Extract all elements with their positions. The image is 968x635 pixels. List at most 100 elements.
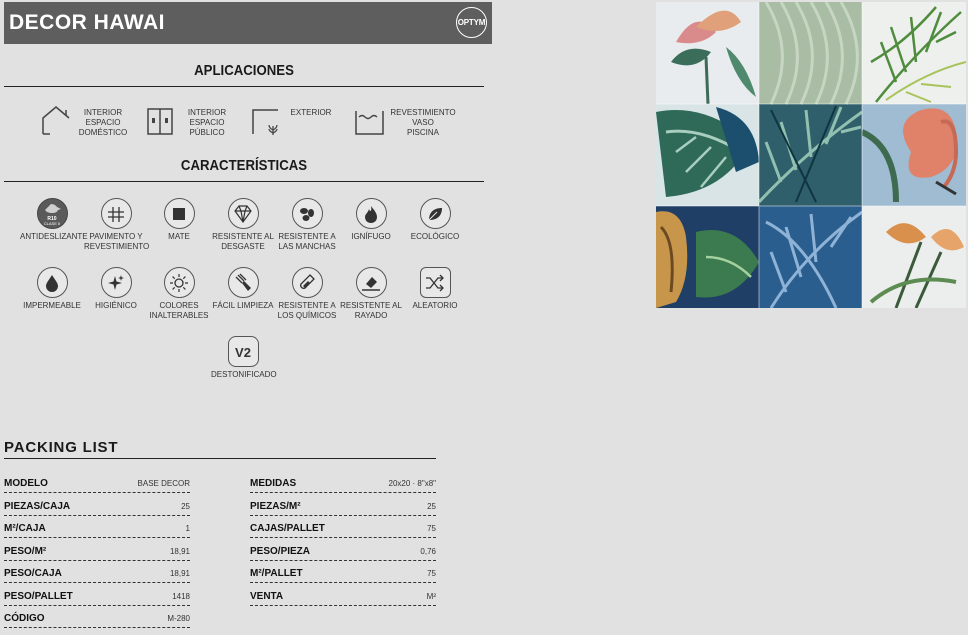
feature-rayado: RESISTENTE AL RAYADO	[339, 267, 403, 321]
feature-limpieza: FÁCIL LIMPIEZA	[211, 267, 275, 311]
feature-label: ANTIDESLIZANTE	[20, 232, 88, 241]
application-label: INTERIOR ESPACIO DOMÉSTICO	[78, 108, 128, 137]
packing-value: BASE DECOR	[137, 479, 190, 488]
packing-key: CAJAS/PALLET	[250, 523, 325, 534]
packing-row: PESO/PALLET 1418	[4, 583, 190, 606]
packing-key: VENTA	[250, 590, 284, 602]
sparkle-icon	[100, 267, 132, 298]
product-header: DECOR HAWAI OPTYM	[4, 2, 492, 44]
feature-destonificado: V2 DESTONIFICADO	[211, 336, 277, 380]
cleaning-icon	[227, 267, 259, 298]
packing-value: 1418	[172, 591, 190, 601]
packing-key: MEDIDAS	[250, 478, 297, 489]
feature-mate: MATE	[147, 198, 211, 242]
feature-manchas: RESISTENTE A LAS MANCHAS	[275, 198, 339, 252]
divider	[4, 458, 436, 459]
packing-key: M²/CAJA	[4, 523, 46, 534]
floor-wall-icon	[100, 198, 132, 229]
sun-icon	[163, 267, 195, 298]
antislip-badge-clase: CLASE II	[44, 221, 60, 226]
packing-key: PESO/PALLET	[4, 590, 73, 602]
feature-impermeable: IMPERMEABLE	[20, 267, 84, 311]
diamond-icon	[227, 198, 259, 229]
packing-value: 25	[181, 501, 190, 511]
packing-row: PIEZAS/M² 25	[250, 493, 436, 516]
v2-icon: V2	[227, 336, 259, 367]
feature-aleatorio: ALEATORIO	[403, 267, 467, 311]
packing-key: M²/PALLET	[250, 568, 303, 579]
divider	[4, 86, 484, 87]
packing-row: PESO/M² 18,91	[4, 538, 190, 561]
packing-row: M²/PALLET 75	[250, 560, 436, 583]
packing-row: CÓDIGO M-280	[4, 605, 190, 628]
packing-value: 0,76	[420, 546, 436, 556]
divider	[4, 181, 484, 182]
scratch-icon	[355, 267, 387, 298]
feature-pavimento: PAVIMENTO Y REVESTIMIENTO	[84, 198, 150, 252]
feature-label: IMPERMEABLE	[23, 301, 81, 310]
packing-key: PESO/CAJA	[4, 568, 62, 579]
feature-ignifugo: IGNÍFUGO	[339, 198, 403, 242]
feature-higienico: HIGIÉNICO	[84, 267, 148, 311]
packing-row: M²/CAJA 1	[4, 515, 190, 538]
feature-quimicos: RESISTENTE A LOS QUÍMICOS	[275, 267, 339, 321]
packing-row: CAJAS/PALLET 75	[250, 515, 436, 538]
brand-logo: OPTYM	[456, 7, 487, 38]
packing-value: M²	[426, 591, 436, 601]
packing-key: PESO/PIEZA	[250, 545, 311, 557]
packing-key: MODELO	[4, 478, 48, 489]
feature-label: COLORES INALTERABLES	[149, 301, 209, 320]
packing-key: PIEZAS/CAJA	[4, 500, 71, 512]
aplicaciones-title: APLICACIONES	[194, 62, 294, 79]
feature-label: ALEATORIO	[412, 301, 458, 310]
matte-square-icon	[163, 198, 195, 229]
feature-label: IGNÍFUGO	[351, 232, 391, 241]
water-drop-icon	[36, 267, 68, 298]
stain-icon	[291, 198, 323, 229]
packing-row: PESO/CAJA 18,91	[4, 560, 190, 583]
feature-colores: COLORES INALTERABLES	[147, 267, 211, 321]
packing-value: M-280	[167, 614, 190, 623]
feature-label: PAVIMENTO Y REVESTIMIENTO	[84, 232, 150, 251]
svg-text:V2: V2	[235, 345, 251, 360]
feature-ecologico: ECOLÓGICO	[403, 198, 467, 242]
packing-value: 25	[427, 501, 436, 511]
feature-label: RESISTENTE A LAS MANCHAS	[278, 232, 336, 251]
caracteristicas-title: CARACTERÍSTICAS	[180, 157, 308, 174]
feature-label: FÁCIL LIMPIEZA	[212, 301, 274, 310]
chemical-icon	[291, 267, 323, 298]
packing-value: 20x20 · 8"x8"	[388, 479, 436, 488]
application-label: REVESTIMIENTO VASO PISCINA	[390, 108, 456, 137]
pool-icon	[355, 111, 384, 135]
packing-row: VENTA M²	[250, 583, 436, 606]
leaf-icon	[419, 198, 451, 229]
packing-value: 18,91	[169, 546, 190, 556]
product-title: DECOR HAWAI	[9, 11, 166, 34]
tropical-tile-mosaic-image	[656, 2, 966, 308]
antislip-icon: R10 CLASE II	[36, 198, 68, 229]
shuffle-icon	[419, 267, 451, 298]
packing-row: MEDIDAS 20x20 · 8"x8"	[250, 470, 436, 493]
application-label: INTERIOR ESPACIO PÚBLICO	[187, 108, 227, 137]
feature-label: DESTONIFICADO	[211, 370, 277, 379]
packing-value: 18,91	[169, 569, 190, 578]
feature-label: RESISTENTE AL DESGASTE	[212, 232, 274, 251]
packing-value: 1	[185, 524, 190, 533]
feature-label: HIGIÉNICO	[95, 301, 137, 310]
packing-list-title: PACKING LIST	[4, 439, 119, 456]
packing-key: PESO/M²	[4, 545, 47, 557]
flame-icon	[355, 198, 387, 229]
feature-antideslizante: R10 CLASE II ANTIDESLIZANTE	[20, 198, 88, 242]
feature-label: MATE	[168, 232, 190, 241]
application-label: EXTERIOR	[290, 108, 332, 117]
packing-row: MODELO BASE DECOR	[4, 470, 190, 493]
packing-value: 75	[427, 524, 436, 533]
feature-label: RESISTENTE A LOS QUÍMICOS	[277, 301, 337, 320]
packing-value: 75	[427, 569, 436, 578]
packing-row: PIEZAS/CAJA 25	[4, 493, 190, 516]
packing-key: PIEZAS/M²	[250, 500, 301, 512]
feature-label: ECOLÓGICO	[410, 232, 460, 241]
packing-key: CÓDIGO	[4, 613, 45, 624]
feature-desgaste: RESISTENTE AL DESGASTE	[211, 198, 275, 252]
feature-label: RESISTENTE AL RAYADO	[340, 301, 402, 320]
